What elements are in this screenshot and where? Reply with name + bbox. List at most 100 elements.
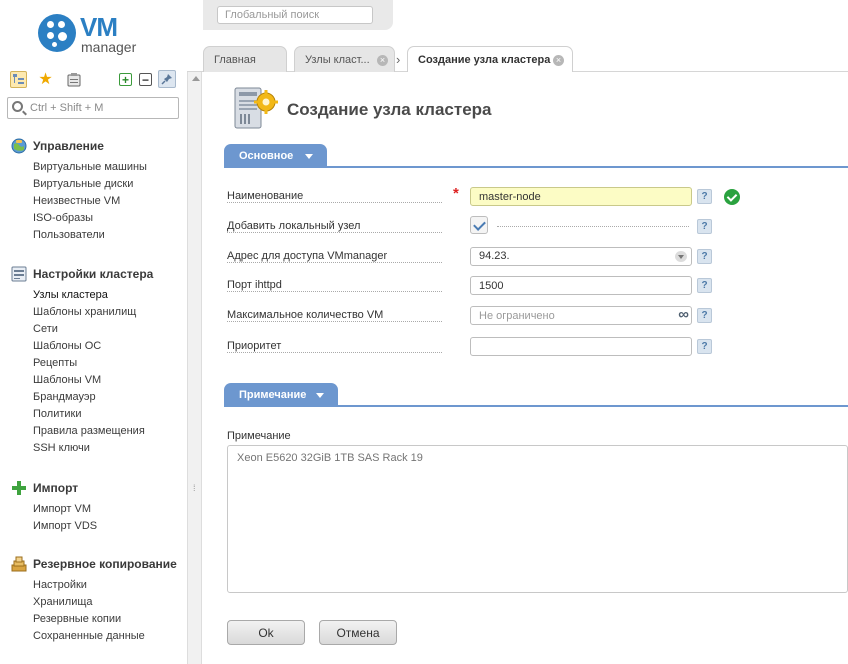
sidebar-section-title: Управление: [33, 139, 104, 153]
clipboard-icon[interactable]: [65, 71, 82, 88]
tab-label: Создание узла кластера: [418, 54, 551, 66]
tree-view-icon[interactable]: [10, 71, 27, 88]
sidebar-section-title: Резервное копирование: [33, 557, 177, 571]
sidebar-item-networks[interactable]: Сети: [10, 321, 182, 338]
sidebar-item-backup-copies[interactable]: Резервные копии: [10, 611, 182, 628]
sidebar-splitter[interactable]: ⁞: [187, 72, 202, 664]
close-tab-icon[interactable]: ×: [553, 55, 564, 66]
tab-create-cluster-node[interactable]: Создание узла кластера ×: [407, 46, 573, 73]
required-asterisk-icon: *: [453, 185, 459, 202]
sidebar-item-os-templates[interactable]: Шаблоны ОС: [10, 338, 182, 355]
sidebar-search-input[interactable]: [30, 100, 176, 116]
sidebar-item-placement-rules[interactable]: Правила размещения: [10, 423, 182, 440]
sidebar-item-ssh-keys[interactable]: SSH ключи: [10, 440, 182, 457]
sidebar-section-header[interactable]: Настройки кластера: [10, 265, 182, 283]
add-local-node-checkbox[interactable]: [470, 216, 488, 234]
section-note-toggle[interactable]: Примечание: [224, 383, 338, 407]
sidebar-section-title: Импорт: [33, 481, 79, 495]
chevron-down-icon: [316, 393, 324, 398]
sidebar-item-storage-templates[interactable]: Шаблоны хранилищ: [10, 304, 182, 321]
name-field[interactable]: [470, 187, 692, 206]
search-icon: [12, 101, 23, 112]
help-icon[interactable]: ?: [697, 308, 712, 323]
vmmanager-logo[interactable]: VM manager: [38, 12, 158, 58]
sidebar-item-firewall[interactable]: Брандмауэр: [10, 389, 182, 406]
import-plus-icon: [12, 481, 26, 495]
close-tab-icon[interactable]: ×: [377, 55, 388, 66]
splitter-grip-icon[interactable]: ⁞: [193, 484, 197, 498]
form-row-address: Адрес для доступа VMmanager 94.23. ?: [227, 247, 847, 267]
priority-label: Приоритет: [227, 340, 442, 353]
global-search-input[interactable]: [217, 6, 373, 24]
max-vm-wrapper: ∞: [470, 306, 692, 325]
tab-label: Узлы клаcт...: [305, 54, 370, 66]
sidebar-search[interactable]: [7, 97, 179, 119]
sidebar-item-backup-storages[interactable]: Хранилища: [10, 594, 182, 611]
max-vm-field[interactable]: [470, 306, 692, 325]
sidebar-item-recipes[interactable]: Рецепты: [10, 355, 182, 372]
tab-home[interactable]: Главная: [203, 46, 287, 72]
sidebar: VM manager ★ + − Управление Виртуальные …: [0, 0, 187, 664]
form-row-priority: Приоритет ?: [227, 337, 847, 357]
help-icon[interactable]: ?: [697, 278, 712, 293]
sidebar-item-virtual-machines[interactable]: Виртуальные машины: [10, 159, 182, 176]
infinity-icon[interactable]: ∞: [678, 307, 689, 322]
sidebar-item-iso-images[interactable]: ISO-образы: [10, 210, 182, 227]
sidebar-item-saved-data[interactable]: Сохраненные данные: [10, 628, 182, 645]
section-main-toggle[interactable]: Основное: [224, 144, 327, 168]
valid-check-icon: [724, 189, 740, 205]
help-icon[interactable]: ?: [697, 339, 712, 354]
section-note-divider: [224, 405, 848, 407]
top-bar: [203, 0, 393, 30]
sidebar-section-header[interactable]: Управление: [10, 137, 182, 155]
dropdown-arrow-icon[interactable]: [675, 251, 687, 262]
sidebar-item-import-vds[interactable]: Импорт VDS: [10, 518, 182, 535]
sidebar-item-vm-templates[interactable]: Шаблоны VM: [10, 372, 182, 389]
checkbox-dotted-line: [497, 226, 689, 227]
max-vm-label: Максимальное количество VM: [227, 309, 442, 322]
sidebar-item-unknown-vm[interactable]: Неизвестные VM: [10, 193, 182, 210]
help-icon[interactable]: ?: [697, 249, 712, 264]
chevron-right-icon: ›: [396, 52, 401, 67]
help-icon[interactable]: ?: [697, 219, 712, 234]
form-row-port: Порт ihttpd ?: [227, 276, 847, 296]
form-row-name: Наименование * ?: [227, 185, 847, 207]
section-main-divider: [224, 166, 848, 168]
collapse-all-icon[interactable]: −: [139, 73, 152, 86]
help-icon[interactable]: ?: [697, 189, 712, 204]
tab-cluster-nodes[interactable]: Узлы клаcт... ×: [294, 46, 395, 72]
sidebar-section-backup: Резервное копирование Настройки Хранилищ…: [10, 555, 182, 645]
sidebar-item-users[interactable]: Пользователи: [10, 227, 182, 244]
priority-field[interactable]: [470, 337, 692, 356]
sidebar-item-policies[interactable]: Политики: [10, 406, 182, 423]
sidebar-section-header[interactable]: Импорт: [10, 479, 182, 497]
sidebar-item-backup-settings[interactable]: Настройки: [10, 577, 182, 594]
address-select[interactable]: 94.23.: [470, 247, 692, 266]
port-label: Порт ihttpd: [227, 279, 442, 292]
sidebar-item-virtual-disks[interactable]: Виртуальные диски: [10, 176, 182, 193]
sidebar-item-import-vm[interactable]: Импорт VM: [10, 501, 182, 518]
expand-all-icon[interactable]: +: [119, 73, 132, 86]
port-field[interactable]: [470, 276, 692, 295]
cluster-settings-icon: [11, 266, 27, 282]
favorites-star-icon[interactable]: ★: [37, 71, 54, 88]
tab-label: Главная: [214, 54, 256, 66]
sidebar-item-cluster-nodes[interactable]: Узлы кластера: [10, 287, 182, 304]
main-content: Создание узла кластера Основное Наименов…: [203, 72, 848, 664]
sidebar-toolbar: ★ + −: [8, 70, 180, 90]
note-textarea[interactable]: [227, 445, 848, 593]
logo-product: manager: [81, 39, 137, 55]
scroll-up-arrow-icon[interactable]: [192, 76, 200, 81]
sidebar-section-header[interactable]: Резервное копирование: [10, 555, 182, 573]
form-row-max-vm: Максимальное количество VM ∞ ?: [227, 306, 847, 326]
sidebar-section-cluster-settings: Настройки кластера Узлы кластера Шаблоны…: [10, 265, 182, 457]
cancel-button[interactable]: Отмена: [319, 620, 397, 645]
pin-icon[interactable]: [158, 70, 176, 88]
form-row-add-local-node: Добавить локальный узел ?: [227, 216, 847, 237]
section-note-label: Примечание: [239, 389, 307, 401]
chevron-down-icon: [305, 154, 313, 159]
cluster-node-server-icon: [234, 87, 278, 129]
ok-button[interactable]: Ok: [227, 620, 305, 645]
backup-archive-icon: [11, 556, 27, 572]
logo-mark-icon: [38, 14, 76, 52]
